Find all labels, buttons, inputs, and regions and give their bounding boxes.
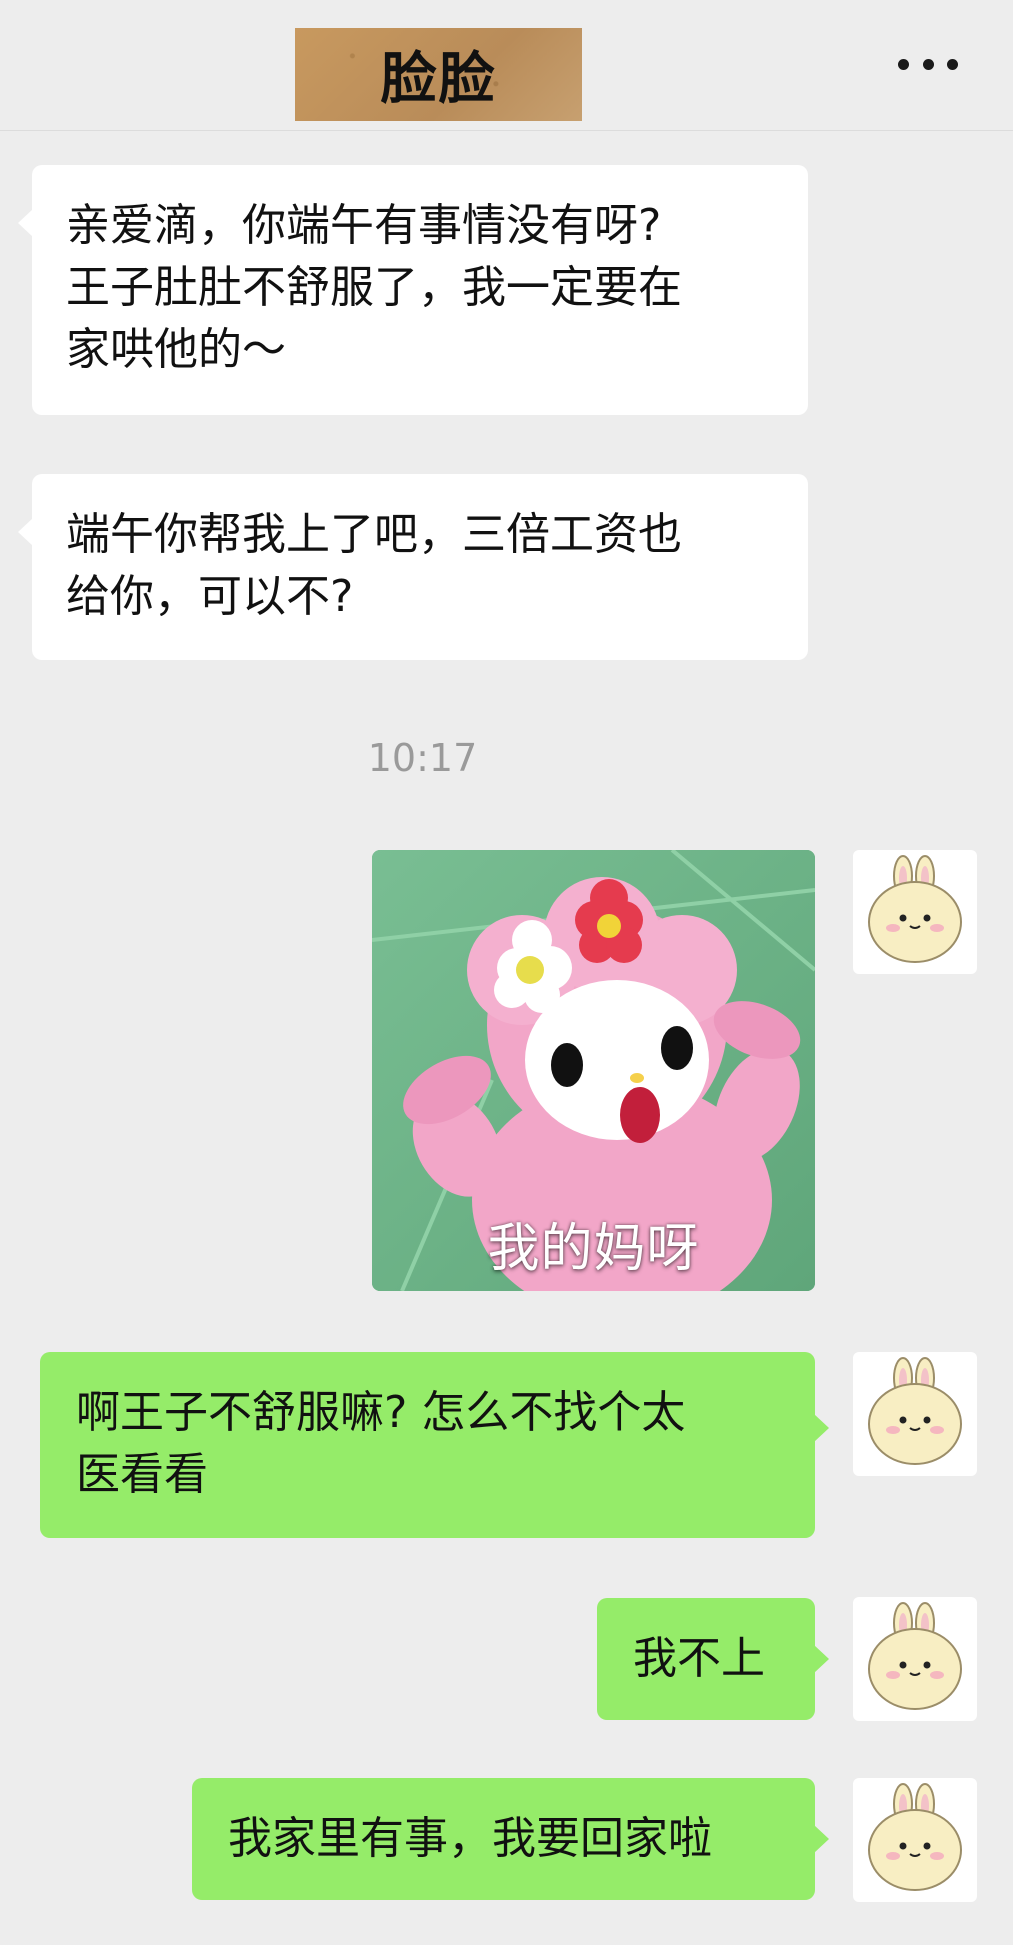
more-options-button[interactable] — [898, 52, 958, 76]
more-dots-icon — [898, 58, 909, 70]
message-line: 医看看 — [76, 1449, 208, 1500]
message-line: 我不上 — [633, 1633, 765, 1684]
user-avatar[interactable] — [853, 1597, 977, 1721]
bunny-avatar-icon — [868, 1602, 962, 1710]
message-line: 给你，可以不? — [66, 571, 354, 622]
user-avatar[interactable] — [853, 1778, 977, 1902]
outgoing-message-bubble[interactable]: 啊王子不舒服嘛? 怎么不找个太 医看看 — [40, 1352, 829, 1538]
sticker-message[interactable]: 我的妈呀 — [372, 850, 815, 1291]
bubble-tail — [814, 1825, 829, 1853]
message-line: 王子肚肚不舒服了，我一定要在 — [66, 262, 682, 313]
outgoing-message-bubble[interactable]: 我不上 — [597, 1598, 829, 1720]
outgoing-message-bubble[interactable]: 我家里有事，我要回家啦 — [192, 1778, 829, 1900]
incoming-message-bubble[interactable]: 端午你帮我上了吧，三倍工资也 给你，可以不? — [18, 474, 808, 660]
user-avatar[interactable] — [853, 850, 977, 974]
more-dot — [922, 58, 934, 70]
chat-header: 脸脸 — [0, 0, 1013, 131]
incoming-message-bubble[interactable]: 亲爱滴，你端午有事情没有呀? 王子肚肚不舒服了，我一定要在 家哄他的～ — [18, 165, 808, 415]
bunny-avatar-icon — [868, 855, 962, 963]
bubble-tail — [814, 1414, 829, 1442]
message-line: 亲爱滴，你端午有事情没有呀? — [66, 200, 662, 251]
bubble-tail — [18, 518, 33, 546]
bubble-tail — [18, 209, 33, 237]
message-line: 端午你帮我上了吧，三倍工资也 — [66, 509, 682, 560]
more-dot — [947, 58, 958, 70]
chat-title-plate: 脸脸 — [295, 28, 582, 121]
bunny-avatar-icon — [868, 1357, 962, 1465]
message-line: 家哄他的～ — [66, 324, 286, 375]
message-line: 啊王子不舒服嘛? 怎么不找个太 — [76, 1387, 686, 1438]
bunny-avatar-icon — [868, 1783, 962, 1891]
bubble-tail — [814, 1645, 829, 1673]
chat-timestamp: 10:17 — [367, 736, 478, 780]
chat-title: 脸脸 — [380, 47, 497, 112]
user-avatar[interactable] — [853, 1352, 977, 1476]
message-line: 我家里有事，我要回家啦 — [228, 1813, 712, 1864]
sticker-caption: 我的妈呀 — [487, 1219, 700, 1279]
